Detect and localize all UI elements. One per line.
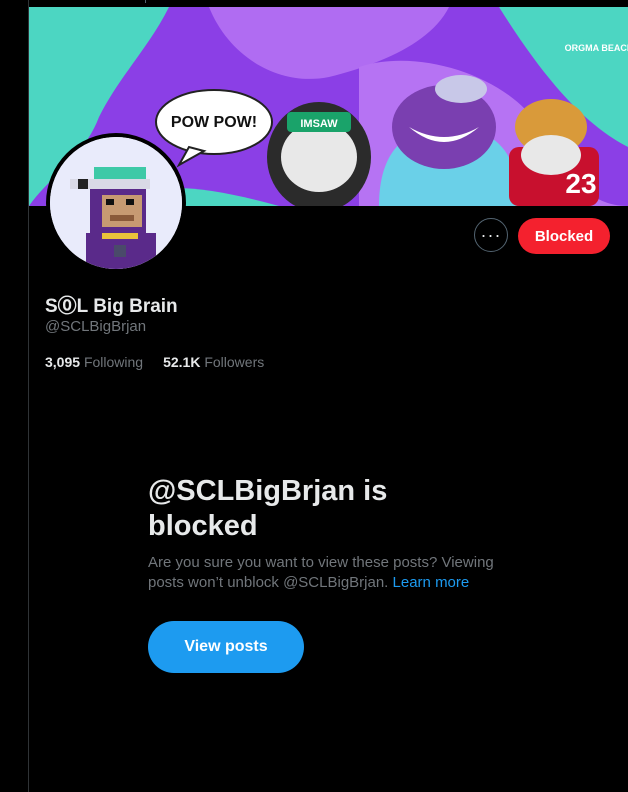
blocked-notice-title: @SCLBigBrjan is blocked: [148, 475, 388, 542]
banner-speech-text: POW POW!: [171, 114, 257, 131]
profile-handle: @SCLBigBrjan: [45, 318, 147, 335]
banner-jersey-number: 23: [565, 168, 596, 199]
more-options-icon: ···: [480, 224, 502, 245]
more-options-button[interactable]: ···: [474, 218, 508, 252]
followers-label: Followers: [204, 354, 265, 370]
blocked-button[interactable]: Blocked: [518, 218, 610, 254]
learn-more-link[interactable]: Learn more: [393, 574, 470, 591]
view-posts-label: View posts: [184, 638, 268, 655]
avatar-image: [50, 137, 182, 269]
profile-display-name: S⓪L Big Brain: [45, 296, 178, 317]
profile-stats: 3,095 Following 52.1K Followers: [45, 354, 264, 370]
followers-count: 52.1K: [163, 354, 201, 370]
view-posts-button[interactable]: View posts: [148, 621, 304, 673]
blocked-button-label: Blocked: [534, 227, 594, 245]
profile-avatar[interactable]: [46, 133, 186, 273]
followers-link[interactable]: 52.1K Followers: [163, 354, 264, 370]
top-divider-tick: [145, 0, 146, 3]
blocked-notice-description: Are you sure you want to view these post…: [148, 553, 518, 593]
banner-cap-text: IMSAW: [300, 118, 338, 130]
banner-logo-text: ORGMA BEACH: [565, 43, 628, 53]
following-label: Following: [83, 354, 144, 370]
following-link[interactable]: 3,095 Following: [45, 354, 143, 370]
following-count: 3,095: [45, 354, 81, 370]
